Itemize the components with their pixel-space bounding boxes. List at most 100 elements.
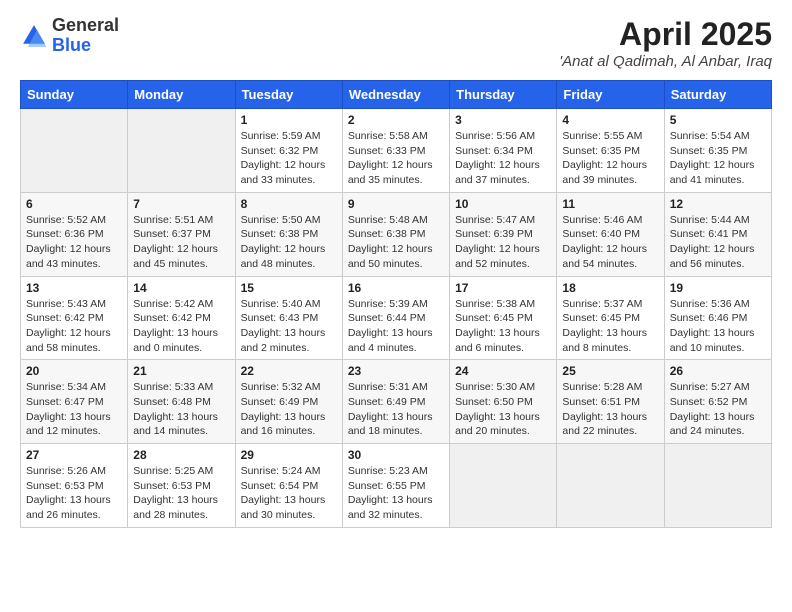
sunset-text: Sunset: 6:48 PM bbox=[133, 395, 229, 410]
day-info: Sunrise: 5:30 AMSunset: 6:50 PMDaylight:… bbox=[455, 380, 551, 439]
sunrise-text: Sunrise: 5:36 AM bbox=[670, 297, 766, 312]
calendar-cell: 1Sunrise: 5:59 AMSunset: 6:32 PMDaylight… bbox=[235, 109, 342, 193]
day-number: 13 bbox=[26, 281, 122, 295]
day-info: Sunrise: 5:54 AMSunset: 6:35 PMDaylight:… bbox=[670, 129, 766, 188]
sunset-text: Sunset: 6:38 PM bbox=[241, 227, 337, 242]
sunrise-text: Sunrise: 5:43 AM bbox=[26, 297, 122, 312]
day-number: 9 bbox=[348, 197, 444, 211]
calendar-cell: 18Sunrise: 5:37 AMSunset: 6:45 PMDayligh… bbox=[557, 276, 664, 360]
calendar-cell: 10 Sunrise: 5:47 AMSunset: 6:39 PMDayligh… bbox=[450, 192, 557, 276]
sunrise-text: Sunrise: 5:46 AM bbox=[562, 213, 658, 228]
calendar-cell bbox=[664, 444, 771, 528]
calendar-cell bbox=[450, 444, 557, 528]
daylight-text: Daylight: 13 hours and 24 minutes. bbox=[670, 410, 766, 439]
logo-general: General bbox=[52, 15, 119, 35]
sunset-text: Sunset: 6:32 PM bbox=[241, 144, 337, 159]
sunset-text: Sunset: 6:42 PM bbox=[26, 311, 122, 326]
calendar-header: Sunday Monday Tuesday Wednesday Thursday… bbox=[21, 81, 772, 109]
day-number: 29 bbox=[241, 448, 337, 462]
day-info: Sunrise: 5:39 AMSunset: 6:44 PMDaylight:… bbox=[348, 297, 444, 356]
day-number: 16 bbox=[348, 281, 444, 295]
daylight-text: Daylight: 12 hours and 39 minutes. bbox=[562, 158, 658, 187]
sunrise-text: Sunrise: 5:34 AM bbox=[26, 380, 122, 395]
daylight-text: Daylight: 12 hours and 58 minutes. bbox=[26, 326, 122, 355]
daylight-text: Daylight: 13 hours and 8 minutes. bbox=[562, 326, 658, 355]
daylight-text: Daylight: 12 hours and 54 minutes. bbox=[562, 242, 658, 271]
sunrise-text: Sunrise: 5:40 AM bbox=[241, 297, 337, 312]
sunset-text: Sunset: 6:45 PM bbox=[455, 311, 551, 326]
sunset-text: Sunset: 6:41 PM bbox=[670, 227, 766, 242]
day-info: Sunrise: 5:24 AMSunset: 6:54 PMDaylight:… bbox=[241, 464, 337, 523]
day-number: 10 bbox=[455, 197, 551, 211]
sunset-text: Sunset: 6:35 PM bbox=[670, 144, 766, 159]
daylight-text: Daylight: 12 hours and 50 minutes. bbox=[348, 242, 444, 271]
sunset-text: Sunset: 6:49 PM bbox=[348, 395, 444, 410]
calendar: Sunday Monday Tuesday Wednesday Thursday… bbox=[20, 80, 772, 528]
day-number: 1 bbox=[241, 113, 337, 127]
day-number: 19 bbox=[670, 281, 766, 295]
daylight-text: Daylight: 13 hours and 28 minutes. bbox=[133, 493, 229, 522]
header-row: Sunday Monday Tuesday Wednesday Thursday… bbox=[21, 81, 772, 109]
day-info: Sunrise: 5:26 AMSunset: 6:53 PMDaylight:… bbox=[26, 464, 122, 523]
day-info: Sunrise: 5:31 AMSunset: 6:49 PMDaylight:… bbox=[348, 380, 444, 439]
calendar-cell: 9 Sunrise: 5:48 AMSunset: 6:38 PMDaylight… bbox=[342, 192, 449, 276]
daylight-text: Daylight: 13 hours and 10 minutes. bbox=[670, 326, 766, 355]
day-number: 11 bbox=[562, 197, 658, 211]
day-info: Sunrise: 5:34 AMSunset: 6:47 PMDaylight:… bbox=[26, 380, 122, 439]
sunrise-text: Sunrise: 5:26 AM bbox=[26, 464, 122, 479]
sunrise-text: Sunrise: 5:28 AM bbox=[562, 380, 658, 395]
day-info: Sunrise: 5:42 AMSunset: 6:42 PMDaylight:… bbox=[133, 297, 229, 356]
calendar-cell: 3Sunrise: 5:56 AMSunset: 6:34 PMDaylight… bbox=[450, 109, 557, 193]
day-info: Sunrise: 5:55 AMSunset: 6:35 PMDaylight:… bbox=[562, 129, 658, 188]
daylight-text: Daylight: 13 hours and 18 minutes. bbox=[348, 410, 444, 439]
sunrise-text: Sunrise: 5:30 AM bbox=[455, 380, 551, 395]
daylight-text: Daylight: 13 hours and 32 minutes. bbox=[348, 493, 444, 522]
day-info: Sunrise: 5:36 AMSunset: 6:46 PMDaylight:… bbox=[670, 297, 766, 356]
day-info: Sunrise: 5:51 AMSunset: 6:37 PMDaylight:… bbox=[133, 213, 229, 272]
day-info: Sunrise: 5:47 AMSunset: 6:39 PMDaylight:… bbox=[455, 213, 551, 272]
calendar-week-4: 27Sunrise: 5:26 AMSunset: 6:53 PMDayligh… bbox=[21, 444, 772, 528]
logo-blue: Blue bbox=[52, 35, 91, 55]
day-number: 4 bbox=[562, 113, 658, 127]
sunrise-text: Sunrise: 5:33 AM bbox=[133, 380, 229, 395]
calendar-cell: 17Sunrise: 5:38 AMSunset: 6:45 PMDayligh… bbox=[450, 276, 557, 360]
sunrise-text: Sunrise: 5:48 AM bbox=[348, 213, 444, 228]
sunrise-text: Sunrise: 5:55 AM bbox=[562, 129, 658, 144]
sunset-text: Sunset: 6:35 PM bbox=[562, 144, 658, 159]
location-title: 'Anat al Qadimah, Al Anbar, Iraq bbox=[559, 53, 772, 70]
calendar-cell: 27Sunrise: 5:26 AMSunset: 6:53 PMDayligh… bbox=[21, 444, 128, 528]
day-info: Sunrise: 5:40 AMSunset: 6:43 PMDaylight:… bbox=[241, 297, 337, 356]
calendar-cell: 8Sunrise: 5:50 AMSunset: 6:38 PMDaylight… bbox=[235, 192, 342, 276]
calendar-cell: 19 Sunrise: 5:36 AMSunset: 6:46 PMDayligh… bbox=[664, 276, 771, 360]
day-info: Sunrise: 5:25 AMSunset: 6:53 PMDaylight:… bbox=[133, 464, 229, 523]
logo-icon bbox=[20, 22, 48, 50]
daylight-text: Daylight: 12 hours and 56 minutes. bbox=[670, 242, 766, 271]
sunset-text: Sunset: 6:52 PM bbox=[670, 395, 766, 410]
calendar-cell: 14Sunrise: 5:42 AMSunset: 6:42 PMDayligh… bbox=[128, 276, 235, 360]
day-number: 8 bbox=[241, 197, 337, 211]
sunset-text: Sunset: 6:46 PM bbox=[670, 311, 766, 326]
day-number: 24 bbox=[455, 364, 551, 378]
calendar-cell bbox=[557, 444, 664, 528]
day-number: 5 bbox=[670, 113, 766, 127]
daylight-text: Daylight: 13 hours and 26 minutes. bbox=[26, 493, 122, 522]
daylight-text: Daylight: 12 hours and 37 minutes. bbox=[455, 158, 551, 187]
calendar-cell: 26Sunrise: 5:27 AMSunset: 6:52 PMDayligh… bbox=[664, 360, 771, 444]
calendar-cell: 16 Sunrise: 5:39 AMSunset: 6:44 PMDayligh… bbox=[342, 276, 449, 360]
col-saturday: Saturday bbox=[664, 81, 771, 109]
sunrise-text: Sunrise: 5:52 AM bbox=[26, 213, 122, 228]
daylight-text: Daylight: 12 hours and 43 minutes. bbox=[26, 242, 122, 271]
calendar-cell: 24 Sunrise: 5:30 AMSunset: 6:50 PMDayligh… bbox=[450, 360, 557, 444]
sunset-text: Sunset: 6:53 PM bbox=[26, 479, 122, 494]
day-number: 2 bbox=[348, 113, 444, 127]
sunset-text: Sunset: 6:38 PM bbox=[348, 227, 444, 242]
sunrise-text: Sunrise: 5:56 AM bbox=[455, 129, 551, 144]
calendar-cell: 2Sunrise: 5:58 AMSunset: 6:33 PMDaylight… bbox=[342, 109, 449, 193]
calendar-cell: 4 Sunrise: 5:55 AMSunset: 6:35 PMDaylight… bbox=[557, 109, 664, 193]
calendar-cell: 5 Sunrise: 5:54 AMSunset: 6:35 PMDaylight… bbox=[664, 109, 771, 193]
day-info: Sunrise: 5:52 AMSunset: 6:36 PMDaylight:… bbox=[26, 213, 122, 272]
calendar-cell bbox=[21, 109, 128, 193]
page: General Blue April 2025 'Anat al Qadimah… bbox=[0, 0, 792, 612]
sunset-text: Sunset: 6:43 PM bbox=[241, 311, 337, 326]
day-info: Sunrise: 5:48 AMSunset: 6:38 PMDaylight:… bbox=[348, 213, 444, 272]
